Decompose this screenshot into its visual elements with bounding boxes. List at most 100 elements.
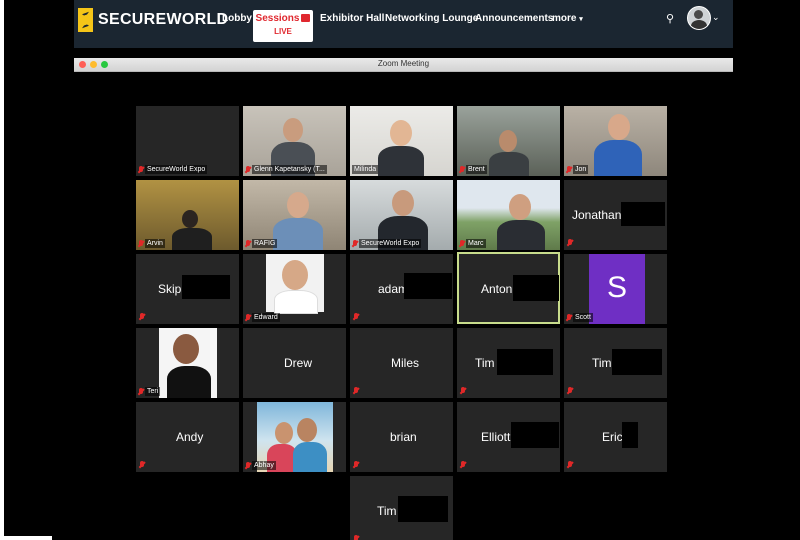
participant-video xyxy=(594,140,642,176)
nav-sessions[interactable]: Sessions LIVE xyxy=(253,10,313,42)
participant-name: Tim xyxy=(592,356,612,370)
logo[interactable]: SECUREWORLD xyxy=(78,7,228,33)
muted-mic-icon xyxy=(353,535,359,540)
nav-lobby[interactable]: Lobby xyxy=(222,13,252,24)
participant-video xyxy=(378,146,424,176)
participant-name: Milinda xyxy=(352,165,379,174)
muted-mic-icon xyxy=(460,461,466,469)
chevron-down-icon: ▾ xyxy=(579,16,583,23)
participant-video xyxy=(392,190,414,216)
participant-tile[interactable]: Arvin xyxy=(136,180,239,250)
muted-mic-icon xyxy=(138,165,144,174)
participant-photo xyxy=(266,254,324,314)
user-avatar[interactable] xyxy=(687,6,711,30)
nav-announcements[interactable]: Announcements xyxy=(475,13,553,24)
participant-name: Tim xyxy=(475,356,495,370)
participant-name: RAFIG xyxy=(252,239,278,248)
participant-name: Skip xyxy=(158,282,182,296)
participant-name: Teri xyxy=(145,387,161,396)
redaction-box xyxy=(622,422,638,448)
muted-mic-icon xyxy=(566,165,572,174)
muted-mic-icon xyxy=(138,387,144,396)
participant-tile[interactable]: Marc xyxy=(457,180,560,250)
participant-tile[interactable]: Miles xyxy=(350,328,453,398)
participant-name: Brent xyxy=(466,165,487,174)
nav-networking-lounge[interactable]: Networking Lounge xyxy=(385,13,478,24)
participant-tile[interactable]: Jon xyxy=(564,106,667,176)
participant-tile[interactable]: Tim xyxy=(457,328,560,398)
redaction-box xyxy=(511,422,559,448)
search-icon[interactable]: ⚲ xyxy=(666,12,674,25)
participant-tile[interactable]: Eric xyxy=(564,402,667,472)
participant-tile[interactable]: Glenn Kapetansky (T... xyxy=(243,106,346,176)
muted-mic-icon xyxy=(245,313,251,322)
participant-name: Andy xyxy=(176,430,204,444)
participant-tile[interactable]: Abhay xyxy=(243,402,346,472)
redaction-box xyxy=(398,496,448,522)
participant-tile[interactable]: Edward xyxy=(243,254,346,324)
nav-more[interactable]: more ▾ xyxy=(552,13,583,24)
participant-video xyxy=(273,218,323,250)
redaction-box xyxy=(182,275,230,299)
participant-name: SecureWorld Expo xyxy=(145,165,208,174)
participant-name: Tim xyxy=(377,504,397,518)
participant-tile[interactable]: brian xyxy=(350,402,453,472)
participant-video xyxy=(390,120,412,146)
chevron-down-icon[interactable]: ⌄ xyxy=(712,12,720,23)
muted-mic-icon xyxy=(353,461,359,469)
nav-exhibitor-hall[interactable]: Exhibitor Hall xyxy=(320,13,384,24)
participant-tile[interactable]: Tim xyxy=(350,476,453,540)
participant-tile[interactable]: Teri xyxy=(136,328,239,398)
participant-tile[interactable]: SecureWorld Expo xyxy=(350,180,453,250)
participant-name: Marc xyxy=(466,239,486,248)
redaction-box xyxy=(612,349,662,375)
participant-tile[interactable]: SecureWorld Expo xyxy=(136,106,239,176)
participant-name: Eric xyxy=(602,430,623,444)
edge-strip xyxy=(0,536,52,540)
muted-mic-icon xyxy=(460,387,466,395)
muted-mic-icon xyxy=(245,461,251,470)
participant-video xyxy=(489,152,529,176)
muted-mic-icon xyxy=(139,461,145,469)
muted-mic-icon xyxy=(353,387,359,395)
participant-name: Abhay xyxy=(252,461,276,470)
participant-name: Drew xyxy=(284,356,313,370)
redaction-box xyxy=(513,275,559,301)
muted-mic-icon xyxy=(138,239,144,248)
participant-name: Jonathan xyxy=(572,208,622,222)
participant-tile[interactable]: Tim xyxy=(564,328,667,398)
muted-mic-icon xyxy=(567,239,573,247)
participant-tile[interactable]: RAFIG xyxy=(243,180,346,250)
participant-name: SecureWorld Expo xyxy=(359,239,422,248)
participant-tile[interactable]: S Scott xyxy=(564,254,667,324)
participant-tile[interactable]: adam xyxy=(350,254,453,324)
participant-tile-active-speaker[interactable]: Anton xyxy=(457,252,560,324)
participant-video xyxy=(287,192,309,218)
participant-tile[interactable]: Jonathan xyxy=(564,180,667,250)
participant-tile[interactable]: Drew xyxy=(243,328,346,398)
nav-more-label: more xyxy=(552,13,577,24)
redaction-box xyxy=(621,202,665,226)
nav-sessions-label: Sessions xyxy=(255,13,300,24)
participant-name: Edward xyxy=(252,313,280,322)
screen: SECUREWORLD Lobby Sessions LIVE Exhibito… xyxy=(4,0,800,540)
muted-mic-icon xyxy=(245,165,251,174)
participant-tile[interactable]: Brent xyxy=(457,106,560,176)
participant-name: Anton xyxy=(481,282,513,296)
muted-mic-icon xyxy=(352,239,358,248)
window-title: Zoom Meeting xyxy=(377,59,430,68)
participant-tile[interactable]: Elliott xyxy=(457,402,560,472)
participant-name: Arvin xyxy=(145,239,165,248)
muted-mic-icon xyxy=(566,313,572,322)
participant-tile[interactable]: Skip xyxy=(136,254,239,324)
participant-name: Elliott xyxy=(481,430,511,444)
participant-video xyxy=(497,220,545,250)
live-badge: LIVE xyxy=(274,27,292,36)
participant-tile[interactable]: Andy xyxy=(136,402,239,472)
muted-mic-icon xyxy=(567,387,573,395)
muted-mic-icon xyxy=(353,313,359,321)
participant-video xyxy=(182,210,198,228)
top-nav: SECUREWORLD Lobby Sessions LIVE Exhibito… xyxy=(74,0,733,48)
muted-mic-icon xyxy=(459,239,465,248)
participant-tile[interactable]: Milinda xyxy=(350,106,453,176)
